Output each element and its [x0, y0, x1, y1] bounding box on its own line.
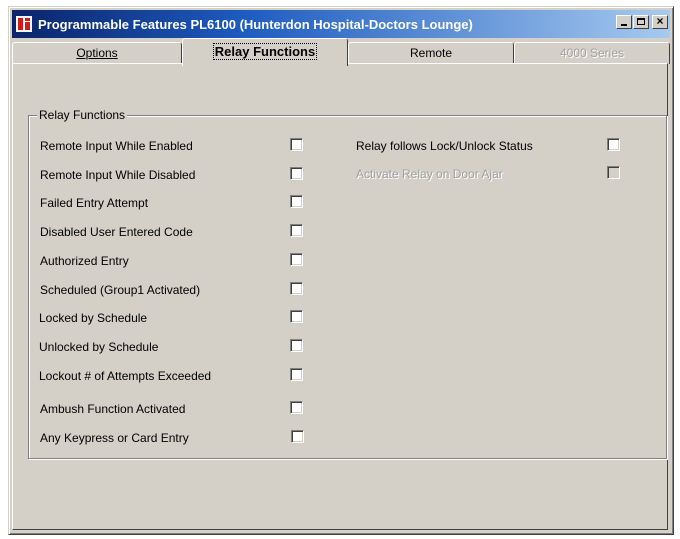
option-label: Remote Input While Enabled — [40, 139, 193, 153]
option-label: Disabled User Entered Code — [40, 225, 193, 239]
any-keypress-checkbox[interactable] — [291, 430, 304, 443]
option-label: Relay follows Lock/Unlock Status — [356, 139, 533, 153]
option-label: Unlocked by Schedule — [39, 340, 159, 354]
disabled-user-code-checkbox[interactable] — [290, 224, 303, 237]
maximize-button[interactable] — [633, 15, 649, 29]
scheduled-group1-checkbox[interactable] — [290, 282, 303, 295]
option-label: Scheduled (Group1 Activated) — [40, 283, 201, 297]
authorized-entry-checkbox[interactable] — [290, 253, 303, 266]
close-icon: × — [656, 14, 664, 28]
option-label-disabled: Activate Relay on Door Ajar — [356, 167, 503, 181]
option-label: Any Keypress or Card Entry — [40, 431, 189, 445]
tab-relay-functions[interactable]: Relay Functions — [182, 38, 348, 66]
tab-strip: Options Relay Functions Remote 4000 Seri… — [12, 38, 672, 66]
door-ajar-checkbox — [607, 166, 620, 179]
locked-by-schedule-checkbox[interactable] — [290, 310, 303, 323]
tab-4000-series: 4000 Series — [514, 42, 670, 64]
tab-remote[interactable]: Remote — [348, 42, 514, 64]
groupbox-title: Relay Functions — [37, 108, 128, 122]
close-button[interactable]: × — [652, 14, 668, 29]
option-label: Authorized Entry — [40, 254, 129, 268]
option-label: Remote Input While Disabled — [40, 168, 196, 182]
minimize-icon — [621, 24, 627, 26]
option-label: Ambush Function Activated — [40, 402, 186, 416]
ambush-function-checkbox[interactable] — [290, 401, 303, 414]
tab-4000-series-label: 4000 Series — [559, 46, 625, 60]
minimize-button[interactable] — [616, 15, 632, 29]
lockout-attempts-checkbox[interactable] — [290, 368, 303, 381]
tab-relay-functions-label: Relay Functions — [212, 43, 318, 60]
option-label: Locked by Schedule — [39, 311, 148, 325]
tab-remote-label: Remote — [409, 46, 453, 60]
remote-input-enabled-checkbox[interactable] — [290, 138, 303, 151]
app-logo-icon — [16, 16, 32, 32]
tab-options[interactable]: Options — [12, 42, 182, 64]
unlocked-by-schedule-checkbox[interactable] — [290, 339, 303, 352]
relay-functions-panel: Relay Functions Remote Input While Enabl… — [12, 63, 668, 530]
option-label: Failed Entry Attempt — [40, 196, 149, 210]
relay-follows-lock-checkbox[interactable] — [607, 138, 620, 151]
failed-entry-attempt-checkbox[interactable] — [290, 195, 303, 208]
remote-input-disabled-checkbox[interactable] — [290, 167, 303, 180]
maximize-icon — [637, 18, 645, 25]
title-bar[interactable]: Programmable Features PL6100 (Hunterdon … — [12, 10, 670, 38]
option-label: Lockout # of Attempts Exceeded — [39, 369, 212, 383]
tab-options-label: Options — [76, 46, 118, 60]
window-title: Programmable Features PL6100 (Hunterdon … — [38, 16, 473, 32]
